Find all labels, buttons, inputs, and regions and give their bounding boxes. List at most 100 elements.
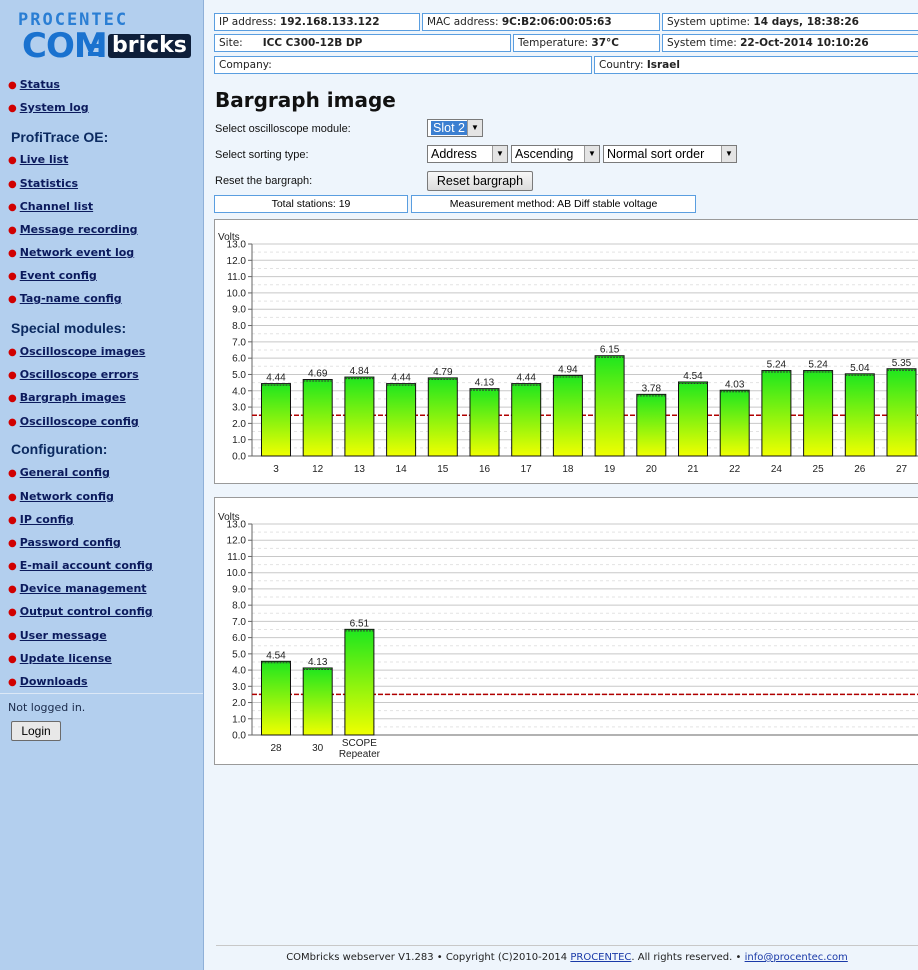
nav-event-config[interactable]: ● Event config bbox=[8, 269, 97, 282]
y-tick-label: 8.0 bbox=[232, 601, 246, 612]
bar bbox=[844, 373, 875, 457]
bar-value-label: 4.54 bbox=[266, 650, 286, 661]
email-link[interactable]: info@procentec.com bbox=[745, 952, 848, 963]
nav-message-recording[interactable]: ● Message recording bbox=[8, 223, 138, 236]
nav-ip-config[interactable]: ● IP config bbox=[8, 513, 74, 526]
nav-network-event-log[interactable]: ● Network event log bbox=[8, 246, 134, 259]
bar bbox=[261, 383, 291, 457]
bar bbox=[386, 383, 417, 457]
bar bbox=[511, 383, 542, 457]
bar-value-label: 4.94 bbox=[558, 364, 578, 375]
bar-value-label: 4.54 bbox=[683, 371, 703, 382]
nav-tag-name-config[interactable]: ● Tag-name config bbox=[8, 292, 122, 305]
sort-field-select[interactable]: Address ▼ bbox=[427, 145, 508, 163]
bar-value-label: 4.13 bbox=[308, 657, 328, 668]
bar bbox=[594, 355, 625, 457]
x-tick-label: 18 bbox=[562, 464, 574, 475]
procentec-link[interactable]: PROCENTEC bbox=[570, 952, 631, 963]
uptime-cell: System uptime: 14 days, 18:38:26 bbox=[662, 13, 918, 31]
bar-value-label: 5.35 bbox=[892, 358, 912, 369]
login-button[interactable]: Login bbox=[11, 721, 61, 741]
bar-value-label: 4.03 bbox=[725, 379, 745, 390]
x-tick-label: 27 bbox=[896, 464, 908, 475]
total-stations-badge: Total stations: 19 bbox=[214, 195, 408, 213]
bullet-icon: ● bbox=[8, 80, 17, 91]
y-tick-label: 10.0 bbox=[227, 288, 247, 299]
x-tick-label: Repeater bbox=[339, 749, 381, 760]
bullet-icon: ● bbox=[8, 248, 17, 259]
logo-com-text: COM bbox=[22, 26, 108, 66]
bullet-icon: ● bbox=[8, 561, 17, 572]
footer-divider bbox=[216, 945, 918, 946]
bullet-icon: ● bbox=[8, 393, 17, 404]
oscilloscope-module-select[interactable]: Slot 2 ▼ bbox=[427, 119, 483, 137]
x-tick-label: 17 bbox=[521, 464, 533, 475]
footer: COMbricks webserver V1.283 • Copyright (… bbox=[286, 952, 848, 963]
ip-address-cell: IP address: 192.168.133.122 bbox=[214, 13, 420, 31]
bullet-icon: ● bbox=[8, 584, 17, 595]
bullet-icon: ● bbox=[8, 271, 17, 282]
bar bbox=[302, 667, 333, 736]
nav-email-account-config[interactable]: ● E-mail account config bbox=[8, 559, 153, 572]
y-tick-label: 13.0 bbox=[227, 240, 247, 251]
nav-output-control-config[interactable]: ● Output control config bbox=[8, 605, 153, 618]
sidebar: PROCENTEC COM bricks ● Status ● System log… bbox=[0, 0, 204, 970]
bar-value-label: 4.84 bbox=[350, 366, 370, 377]
nav-oscilloscope-errors[interactable]: ● Oscilloscope errors bbox=[8, 368, 139, 381]
bargraph-chart-2: Volts 0.0 1.0 2.0 3.0 4.0 5.0 6.0 7.0 8.0 9.0 10.0 1… bbox=[214, 497, 918, 765]
y-tick-label: 8.0 bbox=[232, 321, 246, 332]
nav-user-message[interactable]: ● User message bbox=[8, 629, 107, 642]
nav-system-log[interactable]: ● System log bbox=[8, 101, 89, 114]
nav-status[interactable]: ● Status bbox=[8, 78, 60, 91]
x-tick-label: 25 bbox=[813, 464, 825, 475]
x-tick-label: 13 bbox=[354, 464, 366, 475]
nav-downloads[interactable]: ● Downloads bbox=[8, 675, 88, 688]
bullet-icon: ● bbox=[8, 492, 17, 503]
country-cell: Country: Israel bbox=[594, 56, 918, 74]
nav-device-management[interactable]: ● Device management bbox=[8, 582, 147, 595]
bar-value-label: 5.24 bbox=[767, 360, 787, 371]
sort-direction-select[interactable]: Ascending ▼ bbox=[511, 145, 600, 163]
nav-update-license[interactable]: ● Update license bbox=[8, 652, 112, 665]
bar-value-label: 6.51 bbox=[350, 618, 370, 629]
y-tick-label: 6.0 bbox=[232, 633, 246, 644]
y-tick-label: 12.0 bbox=[227, 256, 247, 267]
y-tick-label: 1.0 bbox=[232, 714, 246, 725]
dropdown-arrow-icon: ▼ bbox=[492, 146, 507, 162]
nav-channel-list[interactable]: ● Channel list bbox=[8, 200, 93, 213]
bar bbox=[886, 368, 917, 457]
nav-general-config[interactable]: ● General config bbox=[8, 466, 110, 479]
bullet-icon: ● bbox=[8, 370, 17, 381]
dropdown-arrow-icon: ▼ bbox=[467, 120, 482, 136]
module-label: Select oscilloscope module: bbox=[215, 123, 351, 135]
x-tick-label: 22 bbox=[729, 464, 741, 475]
bar bbox=[803, 370, 834, 457]
y-tick-label: 0.0 bbox=[232, 731, 246, 742]
bar bbox=[344, 628, 375, 736]
sort-label: Select sorting type: bbox=[215, 149, 309, 161]
bullet-icon: ● bbox=[8, 417, 17, 428]
nav-statistics[interactable]: ● Statistics bbox=[8, 177, 78, 190]
temperature-cell: Temperature: 37°C bbox=[513, 34, 660, 52]
reset-bargraph-button[interactable]: Reset bargraph bbox=[427, 171, 533, 191]
nav-password-config[interactable]: ● Password config bbox=[8, 536, 121, 549]
nav-bargraph-images[interactable]: ● Bargraph images bbox=[8, 391, 126, 404]
bullet-icon: ● bbox=[8, 631, 17, 642]
nav-oscilloscope-config[interactable]: ● Oscilloscope config bbox=[8, 415, 139, 428]
nav-live-list[interactable]: ● Live list bbox=[8, 153, 68, 166]
company-cell: Company: bbox=[214, 56, 592, 74]
dropdown-arrow-icon: ▼ bbox=[584, 146, 599, 162]
sort-order-select[interactable]: Normal sort order ▼ bbox=[603, 145, 737, 163]
x-tick-label: 16 bbox=[479, 464, 491, 475]
bullet-icon: ● bbox=[8, 225, 17, 236]
bar bbox=[552, 374, 583, 457]
nav-network-config[interactable]: ● Network config bbox=[8, 490, 114, 503]
procentec-combricks-logo: PROCENTEC COM bricks bbox=[8, 10, 198, 72]
y-tick-label: 11.0 bbox=[227, 552, 246, 563]
logo-bricks-text: bricks bbox=[108, 34, 191, 58]
page-title: Bargraph image bbox=[215, 88, 396, 112]
bullet-icon: ● bbox=[8, 347, 17, 358]
x-tick-label: 14 bbox=[396, 464, 408, 475]
y-tick-label: 11.0 bbox=[227, 272, 246, 283]
nav-oscilloscope-images[interactable]: ● Oscilloscope images bbox=[8, 345, 145, 358]
